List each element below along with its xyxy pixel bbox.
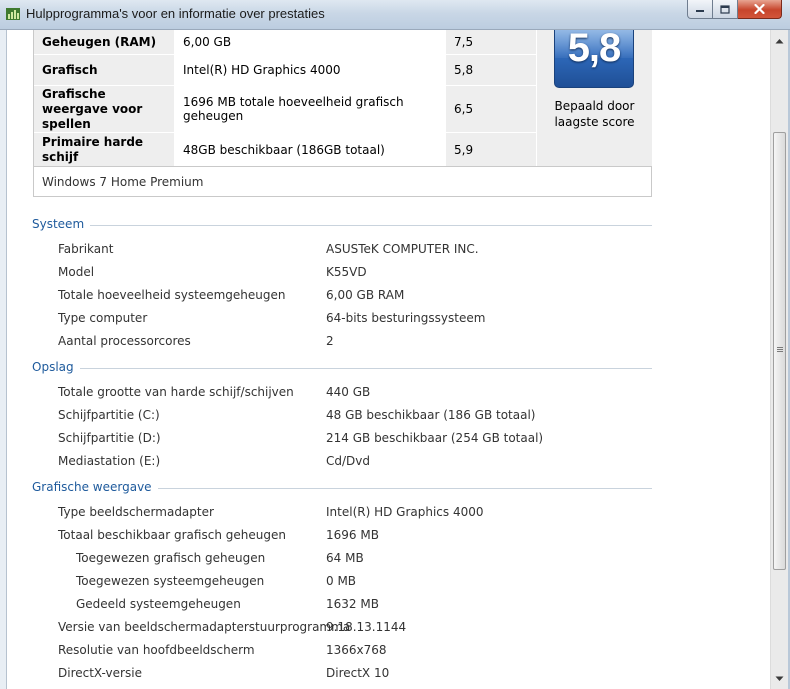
score-subscore: 5,8: [445, 55, 536, 85]
close-button[interactable]: [738, 0, 782, 19]
info-value: DirectX 10: [326, 666, 390, 680]
score-component: Grafische weergave voor spellen: [34, 86, 175, 132]
info-value: 6,00 GB RAM: [326, 288, 405, 302]
section-graphics-heading: Grafische weergave: [32, 480, 652, 496]
info-row: Type beeldschermadapter Intel(R) HD Grap…: [7, 503, 771, 523]
scrollbar-thumb[interactable]: [773, 132, 786, 570]
score-component: Primaire harde schijf: [34, 133, 175, 166]
info-row: Schijfpartitie (D:) 214 GB beschikbaar (…: [7, 429, 771, 449]
info-row: Totale grootte van harde schijf/schijven…: [7, 383, 771, 403]
base-score-panel: 5,8 Bepaald door laagste score: [536, 30, 652, 166]
info-row: Fabrikant ASUSTeK COMPUTER INC.: [7, 240, 771, 260]
info-label: Mediastation (E:): [58, 454, 161, 468]
score-details: 48GB beschikbaar (186GB totaal): [175, 133, 445, 166]
arrow-up-icon: [775, 38, 784, 43]
score-subscore: 5,9: [445, 133, 536, 166]
info-value: 48 GB beschikbaar (186 GB totaal): [326, 408, 536, 422]
info-value: ASUSTeK COMPUTER INC.: [326, 242, 479, 256]
info-value: K55VD: [326, 265, 367, 279]
info-value: Cd/Dvd: [326, 454, 370, 468]
info-value: 0 MB: [326, 574, 357, 588]
vertical-scrollbar[interactable]: [770, 30, 788, 689]
score-row-ram: Geheugen (RAM) 6,00 GB 7,5: [34, 30, 536, 54]
section-system-heading: Systeem: [32, 217, 652, 233]
minimize-icon: [696, 10, 704, 12]
info-value: 440 GB: [326, 385, 371, 399]
os-edition: Windows 7 Home Premium: [34, 166, 651, 196]
section-title: Opslag: [32, 360, 80, 374]
maximize-button[interactable]: [713, 0, 738, 19]
info-label: Gedeeld systeemgeheugen: [76, 597, 241, 611]
section-title: Systeem: [32, 217, 91, 231]
info-row: Toegewezen grafisch geheugen 64 MB: [7, 549, 771, 569]
info-label: Schijfpartitie (C:): [58, 408, 160, 422]
info-value: 64 MB: [326, 551, 364, 565]
base-score-badge: 5,8: [554, 30, 634, 88]
info-row: Model K55VD: [7, 263, 771, 283]
info-value: 9.18.13.1144: [326, 620, 407, 634]
score-details: Intel(R) HD Graphics 4000: [175, 55, 445, 85]
title-bar: Hulpprogramma's voor en informatie over …: [0, 0, 790, 30]
score-row-gaming-graphics: Grafische weergave voor spellen 1696 MB …: [34, 86, 536, 132]
info-label: Resolutie van hoofdbeeldscherm: [58, 643, 255, 657]
info-row: Versie van beeldschermadapterstuurprogra…: [7, 618, 771, 638]
info-label: Toegewezen systeemgeheugen: [76, 574, 265, 588]
window-controls: [687, 0, 782, 20]
base-score-caption: Bepaald door laagste score: [554, 99, 635, 129]
performance-icon: [6, 8, 20, 20]
info-label: Type computer: [58, 311, 148, 325]
score-row-primary-disk: Primaire harde schijf 48GB beschikbaar (…: [34, 133, 536, 166]
score-component: Grafisch: [34, 55, 175, 85]
info-value: 2: [326, 334, 334, 348]
info-row: DirectX-versie DirectX 10: [7, 664, 771, 684]
info-label: Model: [58, 265, 95, 279]
info-value: 1366x768: [326, 643, 387, 657]
section-title: Grafische weergave: [32, 480, 158, 494]
info-label: Totale grootte van harde schijf/schijven: [58, 385, 294, 399]
info-row: Totaal beschikbaar grafisch geheugen 169…: [7, 526, 771, 546]
score-subscore: 7,5: [445, 30, 536, 54]
info-row: Schijfpartitie (C:) 48 GB beschikbaar (1…: [7, 406, 771, 426]
score-row-graphics: Grafisch Intel(R) HD Graphics 4000 5,8: [34, 55, 536, 85]
info-value: 1696 MB: [326, 528, 379, 542]
score-subscore: 6,5: [445, 86, 536, 132]
info-value: 214 GB beschikbaar (254 GB totaal): [326, 431, 544, 445]
score-details: 1696 MB totale hoeveelheid grafisch gehe…: [175, 86, 445, 132]
window-title: Hulpprogramma's voor en informatie over …: [26, 6, 325, 21]
info-label: Fabrikant: [58, 242, 114, 256]
info-row: Resolutie van hoofdbeeldscherm 1366x768: [7, 641, 771, 661]
scroll-down-button[interactable]: [771, 670, 788, 687]
info-label: Aantal processorcores: [58, 334, 191, 348]
info-label: Versie van beeldschermadapterstuurprogra…: [58, 620, 351, 634]
scroll-up-button[interactable]: [771, 32, 788, 49]
maximize-icon: [720, 4, 730, 14]
minimize-button[interactable]: [687, 0, 713, 19]
info-row: Toegewezen systeemgeheugen 0 MB: [7, 572, 771, 592]
close-icon: [754, 4, 765, 14]
info-row: Aantal processorcores 2: [7, 332, 771, 352]
info-label: DirectX-versie: [58, 666, 142, 680]
info-value: Intel(R) HD Graphics 4000: [326, 505, 484, 519]
content-pane: Geheugen (RAM) 6,00 GB 7,5 Grafisch Inte…: [6, 30, 771, 689]
info-value: 1632 MB: [326, 597, 379, 611]
base-score-value: 5,8: [567, 30, 622, 70]
info-label: Totale hoeveelheid systeemgeheugen: [58, 288, 286, 302]
info-label: Schijfpartitie (D:): [58, 431, 161, 445]
info-row: Gedeeld systeemgeheugen 1632 MB: [7, 595, 771, 615]
info-row: Mediastation (E:) Cd/Dvd: [7, 452, 771, 472]
info-label: Toegewezen grafisch geheugen: [76, 551, 266, 565]
info-label: Type beeldschermadapter: [58, 505, 214, 519]
score-component: Geheugen (RAM): [34, 30, 175, 54]
score-details: 6,00 GB: [175, 30, 445, 54]
info-row: Type computer 64-bits besturingssysteem: [7, 309, 771, 329]
section-storage-heading: Opslag: [32, 360, 652, 376]
info-row: Totale hoeveelheid systeemgeheugen 6,00 …: [7, 286, 771, 306]
info-value: 64-bits besturingssysteem: [326, 311, 486, 325]
score-table: Geheugen (RAM) 6,00 GB 7,5 Grafisch Inte…: [33, 30, 652, 197]
info-label: Totaal beschikbaar grafisch geheugen: [58, 528, 286, 542]
arrow-down-icon: [775, 676, 784, 681]
